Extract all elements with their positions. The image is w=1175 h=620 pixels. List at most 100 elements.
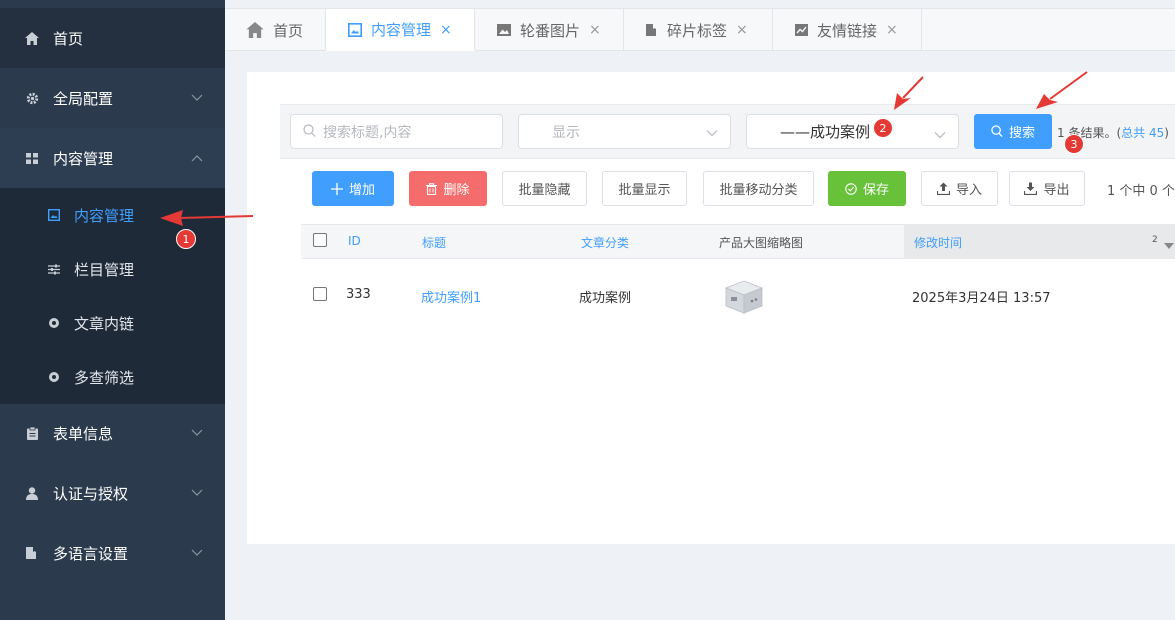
close-icon[interactable]: ×	[886, 22, 898, 38]
column-header-title[interactable]: 标题	[422, 234, 446, 251]
tab-fragment-tags[interactable]: 碎片标签 ×	[624, 9, 773, 51]
image-icon	[348, 22, 362, 37]
chevron-down-icon	[191, 487, 203, 499]
clipboard-icon	[25, 426, 39, 440]
batch-hide-button[interactable]: 批量隐藏	[502, 171, 587, 206]
result-suffix: )	[1164, 126, 1169, 140]
column-header-category[interactable]: 文章分类	[581, 234, 629, 251]
gear-icon	[25, 91, 39, 105]
search-placeholder: 搜索标题,内容	[323, 124, 412, 141]
delete-button[interactable]: 删除	[409, 171, 487, 206]
search-icon	[303, 124, 316, 142]
chevron-up-icon	[191, 152, 203, 164]
cell-title-link[interactable]: 成功案例1	[421, 287, 481, 306]
display-select[interactable]: 显示	[518, 114, 731, 149]
sidebar-item-label: 多语言设置	[53, 544, 129, 563]
tab-friend-links[interactable]: 友情链接 ×	[773, 9, 922, 51]
tab-label: 内容管理	[371, 21, 432, 39]
batch-show-button[interactable]: 批量显示	[602, 171, 687, 206]
sidebar-subitem-label: 多查筛选	[74, 368, 135, 387]
search-input[interactable]: 搜索标题,内容	[290, 114, 503, 149]
add-button-label: 增加	[348, 183, 375, 198]
user-icon	[25, 486, 39, 500]
circle-icon	[47, 370, 61, 384]
search-icon	[991, 125, 1003, 138]
sidebar-item-label: 表单信息	[53, 424, 114, 443]
sidebar-item-label: 内容管理	[53, 149, 114, 168]
sidebar-subitem-column-manage[interactable]: 栏目管理	[0, 242, 225, 296]
column-header-thumbnail: 产品大图缩略图	[719, 236, 804, 250]
chevron-down-icon	[706, 125, 718, 141]
column-header-id[interactable]: ID	[348, 234, 361, 248]
annotation-badge: 1	[176, 229, 196, 249]
delete-button-label: 删除	[443, 183, 470, 198]
save-button[interactable]: 保存	[828, 171, 906, 206]
tab-content-manage[interactable]: 内容管理 ×	[326, 9, 475, 51]
book-icon	[25, 546, 39, 560]
sort-order-number: 2	[1152, 235, 1158, 245]
batch-hide-label: 批量隐藏	[518, 183, 571, 198]
sidebar-item-global-config[interactable]: 全局配置	[0, 68, 225, 128]
sidebar-item-form-info[interactable]: 表单信息	[0, 403, 225, 463]
sidebar-subitem-label: 栏目管理	[74, 260, 135, 279]
trash-icon	[426, 182, 438, 195]
search-button[interactable]: 搜索	[974, 114, 1052, 149]
sidebar-subitem-label: 文章内链	[74, 314, 135, 333]
close-icon[interactable]: ×	[736, 22, 748, 38]
chevron-down-icon	[191, 92, 203, 104]
sort-desc-icon[interactable]	[1164, 238, 1174, 254]
result-total-link[interactable]: 总共 45	[1121, 126, 1164, 140]
add-button[interactable]: 增加	[312, 171, 394, 206]
close-icon[interactable]: ×	[589, 22, 601, 38]
tab-label: 友情链接	[817, 21, 878, 40]
export-button[interactable]: 导出	[1009, 171, 1085, 206]
tab-carousel[interactable]: 轮番图片 ×	[475, 9, 624, 51]
import-button[interactable]: 导入	[921, 171, 998, 206]
annotation-badge: 2	[873, 118, 893, 138]
category-select-value: ——成功案例	[780, 123, 871, 141]
sidebar-item-content[interactable]: 内容管理	[0, 128, 225, 188]
batch-move-button[interactable]: 批量移动分类	[703, 171, 814, 206]
cell-category: 成功案例	[579, 291, 632, 306]
sidebar-item-label: 认证与授权	[53, 484, 129, 503]
grid-icon	[25, 151, 39, 165]
sidebar-item-auth[interactable]: 认证与授权	[0, 463, 225, 523]
tab-label: 轮番图片	[520, 21, 581, 40]
search-button-label: 搜索	[1008, 126, 1035, 141]
tab-home[interactable]: 首页	[225, 9, 326, 51]
sidebar-subitem-article-links[interactable]: 文章内链	[0, 296, 225, 350]
sidebar-item-home[interactable]: 首页	[0, 8, 225, 68]
batch-show-label: 批量显示	[618, 183, 671, 198]
sidebar-subitem-multi-filter[interactable]: 多查筛选	[0, 350, 225, 404]
column-header-modified[interactable]: 修改时间	[914, 234, 962, 251]
image-icon	[47, 208, 61, 222]
cell-id: 333	[346, 287, 371, 302]
selection-info: 1 个中 0 个	[1107, 184, 1175, 199]
display-select-value: 显示	[552, 124, 580, 141]
select-all-checkbox[interactable]	[313, 233, 327, 247]
annotation-badge: 3	[1064, 134, 1084, 154]
sidebar-subitem-label: 内容管理	[74, 206, 135, 225]
batch-move-label: 批量移动分类	[719, 183, 798, 198]
cell-modified: 2025年3月24日 13:57	[912, 291, 1051, 306]
sidebar-item-label: 首页	[53, 29, 84, 48]
upload-icon	[936, 182, 950, 195]
save-button-label: 保存	[862, 183, 889, 198]
download-icon	[1024, 182, 1038, 195]
category-select[interactable]: ——成功案例	[746, 114, 959, 149]
home-icon	[25, 31, 39, 45]
home-icon	[246, 22, 264, 38]
tab-label: 碎片标签	[667, 21, 728, 40]
chevron-down-icon	[934, 125, 946, 143]
import-button-label: 导入	[955, 183, 982, 198]
close-icon[interactable]: ×	[440, 22, 452, 38]
picture-icon	[497, 24, 511, 36]
sidebar-item-multilang[interactable]: 多语言设置	[0, 523, 225, 583]
chevron-down-icon	[191, 427, 203, 439]
export-button-label: 导出	[1043, 183, 1070, 198]
product-thumbnail[interactable]	[722, 276, 766, 316]
sidebar: 首页 全局配置 内容管理 内容管理 栏目管理 文章内链 多查筛选 表单信息 认证…	[0, 0, 225, 620]
tab-label: 首页	[273, 21, 304, 40]
sidebar-item-label: 全局配置	[53, 89, 114, 108]
row-checkbox[interactable]	[313, 287, 327, 301]
